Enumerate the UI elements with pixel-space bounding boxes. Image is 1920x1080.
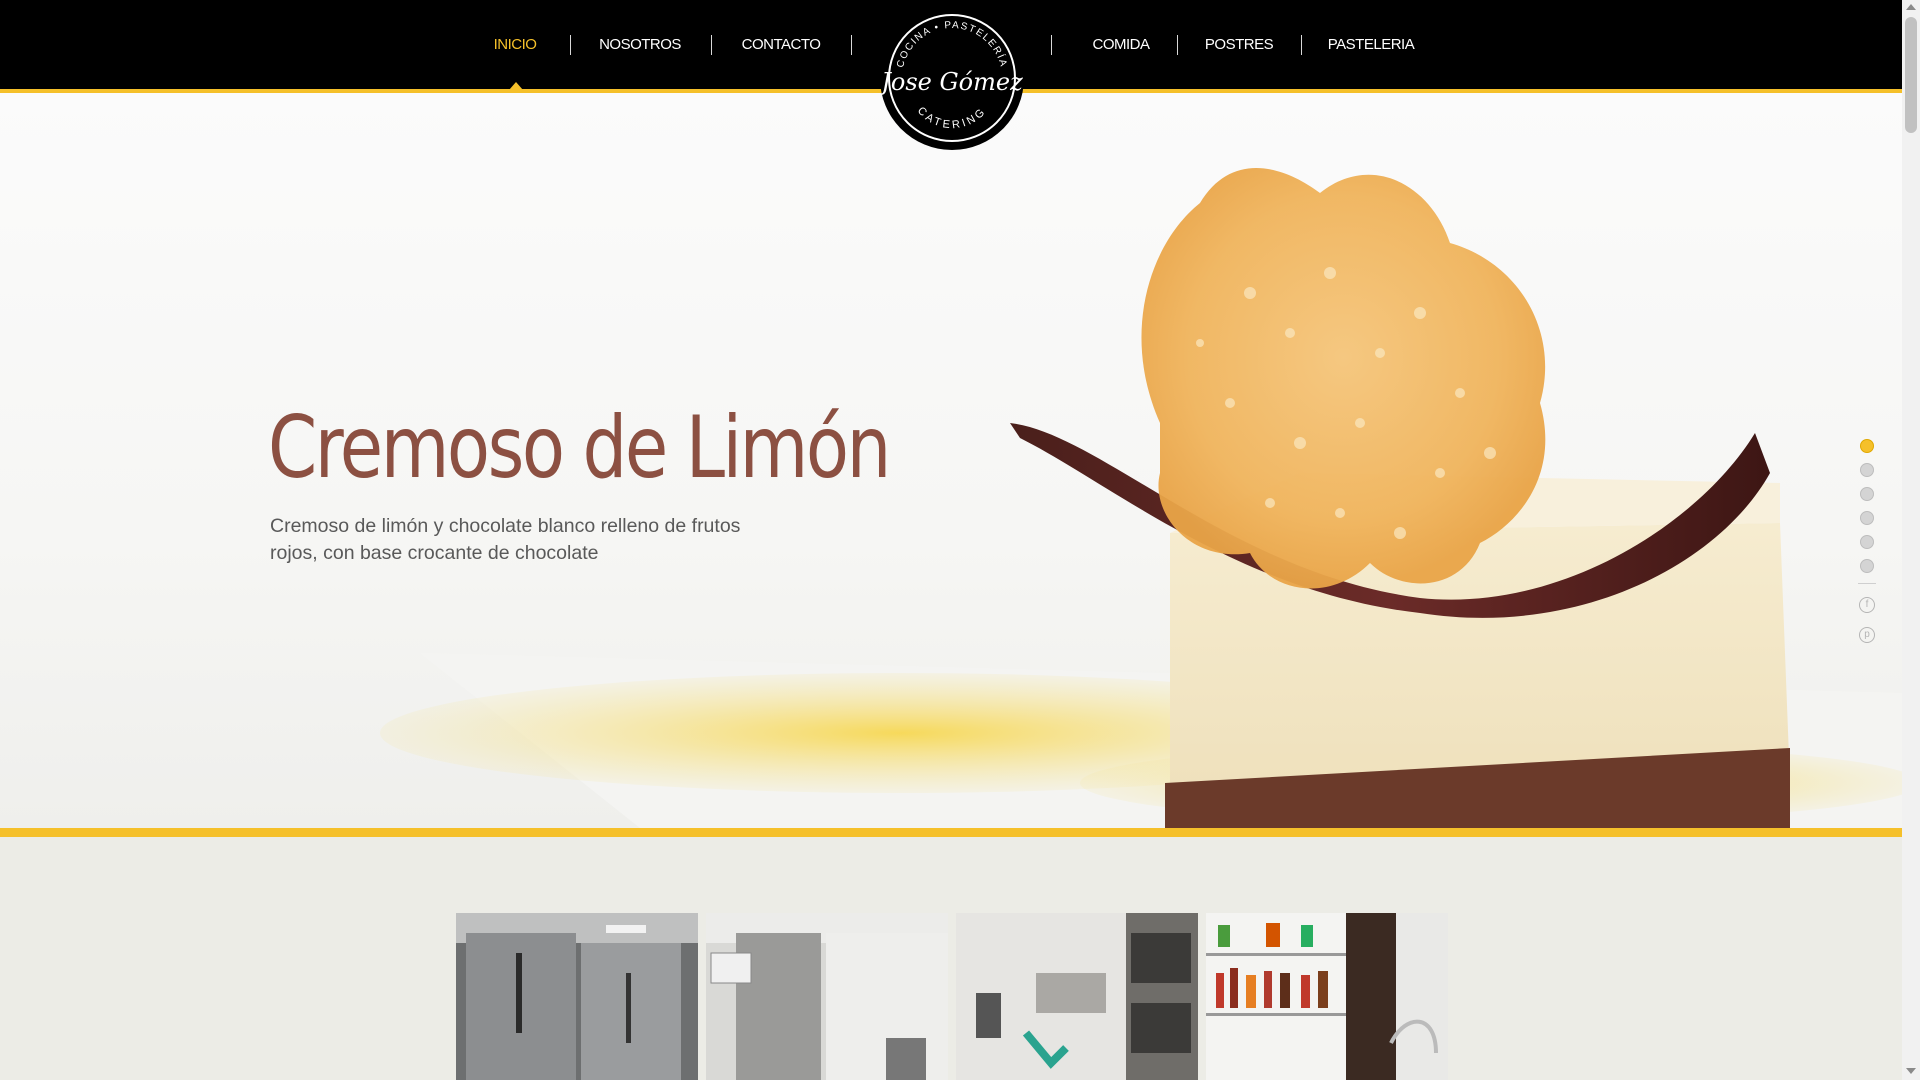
nav-separator xyxy=(570,35,571,55)
nav-separator xyxy=(1301,35,1302,55)
hero-title: Cremoso de Limón xyxy=(268,398,891,498)
gallery-thumb-kitchen-ovens[interactable] xyxy=(956,913,1198,1080)
hero-bottom-border xyxy=(0,828,1902,837)
svg-text:COCINA • PASTELERÍA: COCINA • PASTELERÍA xyxy=(895,20,1009,69)
jose-gomez-logo[interactable]: COCINA • PASTELERÍA Jose Gómez CATERING xyxy=(876,6,1024,150)
hero-slide: Cremoso de Limón Cremoso de limón y choc… xyxy=(0,93,1902,828)
vertical-scrollbar[interactable] xyxy=(1902,0,1920,1080)
facebook-icon[interactable]: f xyxy=(1859,597,1875,613)
svg-text:CATERING: CATERING xyxy=(915,105,989,131)
scrollbar-thumb[interactable] xyxy=(1905,17,1917,133)
gallery-thumb-kitchen-shelving[interactable] xyxy=(706,913,948,1080)
nav-item-inicio[interactable]: INICIO xyxy=(480,34,550,56)
slide-dot-2[interactable] xyxy=(1860,463,1874,477)
nav-separator xyxy=(1177,35,1178,55)
gallery-thumb-kitchen-pantry[interactable] xyxy=(1206,913,1448,1080)
logo-bottom-text: CATERING xyxy=(915,105,986,131)
divider xyxy=(1858,583,1876,584)
nav-item-postres[interactable]: POSTRES xyxy=(1189,34,1289,56)
scroll-up-arrow-icon[interactable] xyxy=(1906,4,1916,10)
logo-emblem: COCINA • PASTELERÍA Jose Gómez CATERING xyxy=(876,14,1023,142)
gallery-thumb-kitchen-refrigerator[interactable] xyxy=(456,913,698,1080)
slide-dot-6[interactable] xyxy=(1860,559,1874,573)
active-indicator xyxy=(509,82,523,90)
scroll-down-arrow-icon[interactable] xyxy=(1906,1068,1916,1074)
page: Cremoso de Limón Cremoso de limón y choc… xyxy=(0,0,1902,1080)
nav-item-nosotros[interactable]: NOSOTROS xyxy=(590,34,690,56)
logo-top-text: COCINA • PASTELERÍA xyxy=(895,20,1007,69)
refrigerator-image xyxy=(456,913,698,1080)
shelving-image xyxy=(706,913,948,1080)
hero-description: Cremoso de limón y chocolate blanco rell… xyxy=(270,515,741,564)
nav-separator xyxy=(711,35,712,55)
ovens-image xyxy=(956,913,1198,1080)
slide-dot-5[interactable] xyxy=(1860,535,1874,549)
nav-item-comida[interactable]: COMIDA xyxy=(1071,34,1171,56)
nav-item-pasteleria[interactable]: PASTELERIA xyxy=(1321,34,1421,56)
nav-item-contacto[interactable]: CONTACTO xyxy=(731,34,831,56)
pantry-image xyxy=(1206,913,1448,1080)
slide-dot-4[interactable] xyxy=(1860,511,1874,525)
nav-separator xyxy=(851,35,852,55)
pinterest-icon[interactable]: p xyxy=(1859,627,1875,643)
nav-separator xyxy=(1051,35,1052,55)
slide-dot-1[interactable] xyxy=(1860,439,1874,453)
slide-dot-3[interactable] xyxy=(1860,487,1874,501)
logo-name: Jose Gómez xyxy=(880,68,1023,96)
